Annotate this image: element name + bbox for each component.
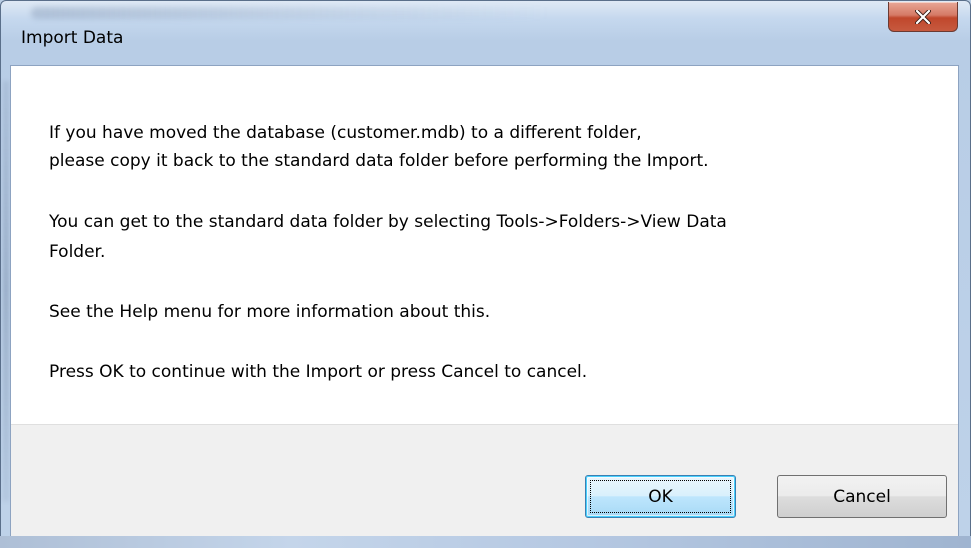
- cancel-button-label: Cancel: [833, 486, 891, 507]
- window-bottom-edge: [0, 536, 971, 548]
- dialog-window: Import Data If you have moved the databa…: [0, 0, 971, 548]
- ok-button-label: OK: [648, 486, 673, 507]
- cancel-button[interactable]: Cancel: [777, 475, 947, 518]
- message-line-5: See the Help menu for more information a…: [49, 302, 491, 322]
- message-line-4: Folder.: [49, 242, 106, 262]
- message-line-3: You can get to the standard data folder …: [49, 212, 727, 232]
- window-title: Import Data: [21, 28, 124, 48]
- ok-button[interactable]: OK: [585, 475, 736, 518]
- message-line-1: If you have moved the database (customer…: [49, 123, 642, 143]
- background-blur-left: [3, 81, 9, 501]
- close-icon: [915, 9, 931, 24]
- message-line-6: Press OK to continue with the Import or …: [49, 362, 588, 382]
- dialog-client-area: If you have moved the database (customer…: [10, 65, 959, 537]
- button-bar: OK Cancel: [11, 424, 958, 537]
- message-line-2: please copy it back to the standard data…: [49, 151, 709, 171]
- message-area: If you have moved the database (customer…: [11, 66, 958, 424]
- background-blur: [31, 7, 551, 19]
- close-button[interactable]: [888, 2, 958, 32]
